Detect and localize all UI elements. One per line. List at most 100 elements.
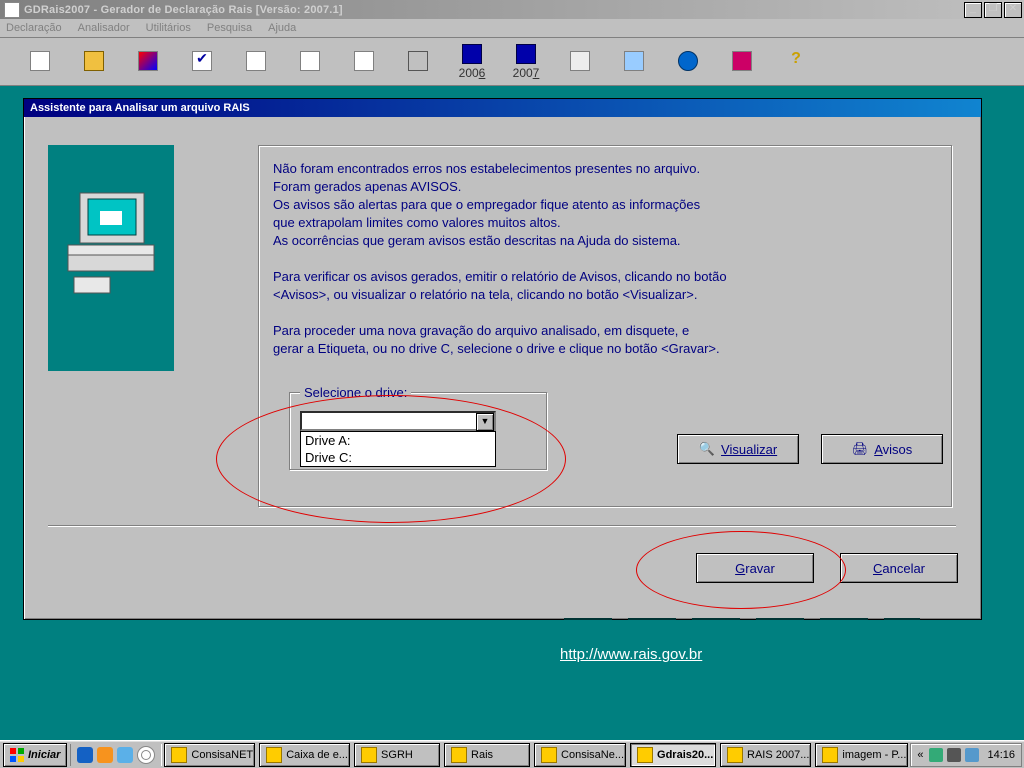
open-folder-icon [84,51,104,71]
info-line: que extrapolam limites como valores muit… [273,214,937,232]
drive-option-c[interactable]: Drive C: [301,449,495,466]
tb-doc-c[interactable] [344,51,384,73]
info-line: <Avisos>, ou visualizar o relatório na t… [273,286,937,304]
drive-dropdown-list[interactable]: Drive A: Drive C: [300,431,496,467]
combobox-arrow-icon[interactable]: ▼ [476,413,494,431]
close-button[interactable]: ✕ [1004,2,1022,18]
tb-year-2006: 2006 [459,66,486,80]
tb-globe[interactable] [668,51,708,73]
wizard-image-panel [48,145,174,371]
task-sgrh[interactable]: SGRH [354,743,440,767]
minimize-button[interactable]: _ [964,2,982,18]
task-icon [266,747,282,763]
computer-icon [58,185,164,305]
tb-print[interactable] [398,51,438,73]
menu-ajuda[interactable]: Ajuda [268,22,296,34]
search-icon [570,51,590,71]
menu-declaracao[interactable]: Declaração [6,22,62,34]
disk-icon [516,44,536,64]
gravar-button[interactable]: Gravar [696,553,814,583]
app-title: GDRais2007 - Gerador de Declaração Rais … [24,4,343,16]
menu-analisador[interactable]: Analisador [78,22,130,34]
tray-icon[interactable] [947,748,961,762]
visualizar-button[interactable]: 🔍 Visualizar [677,434,799,464]
preview-icon: 🔍 [699,441,715,457]
visualizar-label: Visualizar [721,442,777,457]
tb-year-2007: 2007 [513,66,540,80]
ql-desktop-icon[interactable] [137,746,155,764]
ql-outlook-icon[interactable] [97,747,113,763]
tb-check[interactable] [182,51,222,73]
system-tray: « 14:16 [910,743,1022,767]
bg-fragment [820,618,868,620]
task-caixa[interactable]: Caixa de e... [259,743,350,767]
tray-icon[interactable] [965,748,979,762]
tb-2006[interactable]: 2006 [452,44,492,80]
task-imagem[interactable]: imagem - P... [815,743,908,767]
start-button[interactable]: Iniciar [3,743,67,767]
cancelar-button[interactable]: Cancelar [840,553,958,583]
drive-option-a[interactable]: Drive A: [301,432,495,449]
ql-msn-icon[interactable] [117,747,133,763]
info-frame: Não foram encontrados erros nos estabele… [258,145,952,507]
task-label: Gdrais20... [657,749,713,761]
tb-doc-a[interactable] [236,51,276,73]
task-consisane2[interactable]: ConsisaNe... [534,743,626,767]
tray-chevron-icon[interactable]: « [917,749,923,761]
info-line: Para verificar os avisos gerados, emitir… [273,268,937,286]
task-rais2007[interactable]: RAIS 2007... [720,743,811,767]
separator [48,525,956,527]
task-rais[interactable]: Rais [444,743,530,767]
task-icon [727,747,743,763]
document-icon [246,51,266,71]
tb-new[interactable] [20,51,60,73]
drive-combobox[interactable]: ▼ [300,411,496,431]
task-label: Rais [471,749,493,761]
toolbar: 2006 2007 [0,38,1024,86]
check-icon [192,51,212,71]
info-line: Os avisos são alertas para que o emprega… [273,196,937,214]
quicklaunch [70,744,162,766]
gravar-label: Gravar [735,561,775,576]
maximize-button[interactable]: ❐ [984,2,1002,18]
info-line: Para proceder uma nova gravação do arqui… [273,322,937,340]
task-consisanet[interactable]: ConsisaNET [164,743,255,767]
bg-fragment [756,618,804,620]
tb-plugin[interactable] [722,51,762,73]
bg-fragment [628,618,676,620]
info-line: Foram gerados apenas AVISOS. [273,178,937,196]
task-icon [637,747,653,763]
info-line: As ocorrências que geram avisos estão de… [273,232,937,250]
menu-utilitarios[interactable]: Utilitários [146,22,191,34]
bg-fragment [692,618,740,620]
drive-label: Selecione o drive: [300,385,411,400]
wand-icon [138,51,158,71]
info-text: Não foram encontrados erros nos estabele… [273,160,937,358]
bg-fragment [884,618,920,620]
ql-ie-icon[interactable] [77,747,93,763]
disk-icon [462,44,482,64]
tool-icon [624,51,644,71]
tb-wizard[interactable] [128,51,168,73]
task-gdrais[interactable]: Gdrais20... [630,743,716,767]
tb-2007[interactable]: 2007 [506,44,546,80]
tb-open[interactable] [74,51,114,73]
menu-pesquisa[interactable]: Pesquisa [207,22,252,34]
tray-clock: 14:16 [987,749,1015,761]
avisos-button[interactable]: 🖨 Avisos [821,434,943,464]
tb-tool[interactable] [614,51,654,73]
task-icon [361,747,377,763]
tb-help[interactable] [776,52,816,72]
task-label: Caixa de e... [286,749,348,761]
menubar: Declaração Analisador Utilitários Pesqui… [0,19,1024,38]
tb-doc-b[interactable] [290,51,330,73]
taskbar: Iniciar ConsisaNET Caixa de e... SGRH Ra… [0,740,1024,768]
printer-icon: 🖨 [852,441,869,457]
connector-icon [732,51,752,71]
rais-link[interactable]: http://www.rais.gov.br [560,646,702,663]
tb-find[interactable] [560,51,600,73]
document-icon [300,51,320,71]
tray-icon[interactable] [929,748,943,762]
new-file-icon [30,51,50,71]
task-icon [451,747,467,763]
